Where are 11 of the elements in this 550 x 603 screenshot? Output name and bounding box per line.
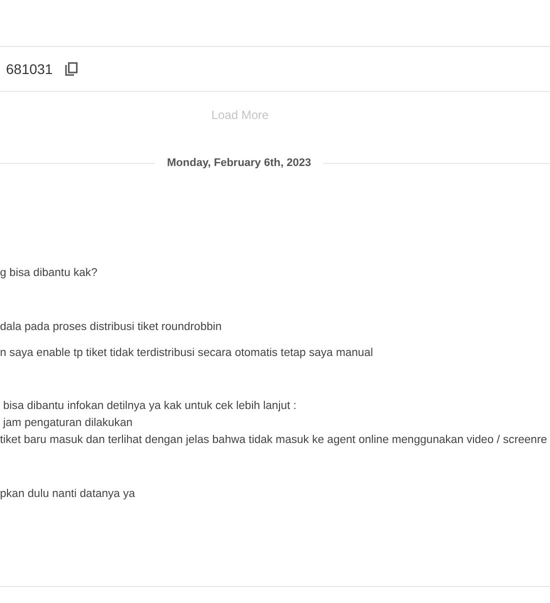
message-text: bisa dibantu infokan detilnya ya kak untuk cek lebih lanjut : [2, 399, 296, 414]
message-text: g bisa dibantu kak? [0, 266, 98, 281]
message-text: jam pengaturan dilakukan [2, 416, 133, 431]
date-label: Monday, February 6th, 2023 [166, 157, 312, 169]
message-text: pkan dulu nanti datanya ya [0, 487, 136, 502]
ticket-number: 681031 [6, 61, 53, 77]
copy-icon[interactable] [64, 62, 78, 76]
load-more-button[interactable]: Load More [211, 108, 269, 122]
message-text: tiket baru masuk dan terlihat dengan jelas bahwa tidak masuk ke agent online menggunakan video / screenre [0, 433, 547, 448]
message-text: n saya enable tp tiket tidak terdistribusi secara otomatis tetap saya manual [0, 346, 373, 361]
message-text: dala pada proses distribusi tiket roundrobbin [0, 320, 222, 335]
